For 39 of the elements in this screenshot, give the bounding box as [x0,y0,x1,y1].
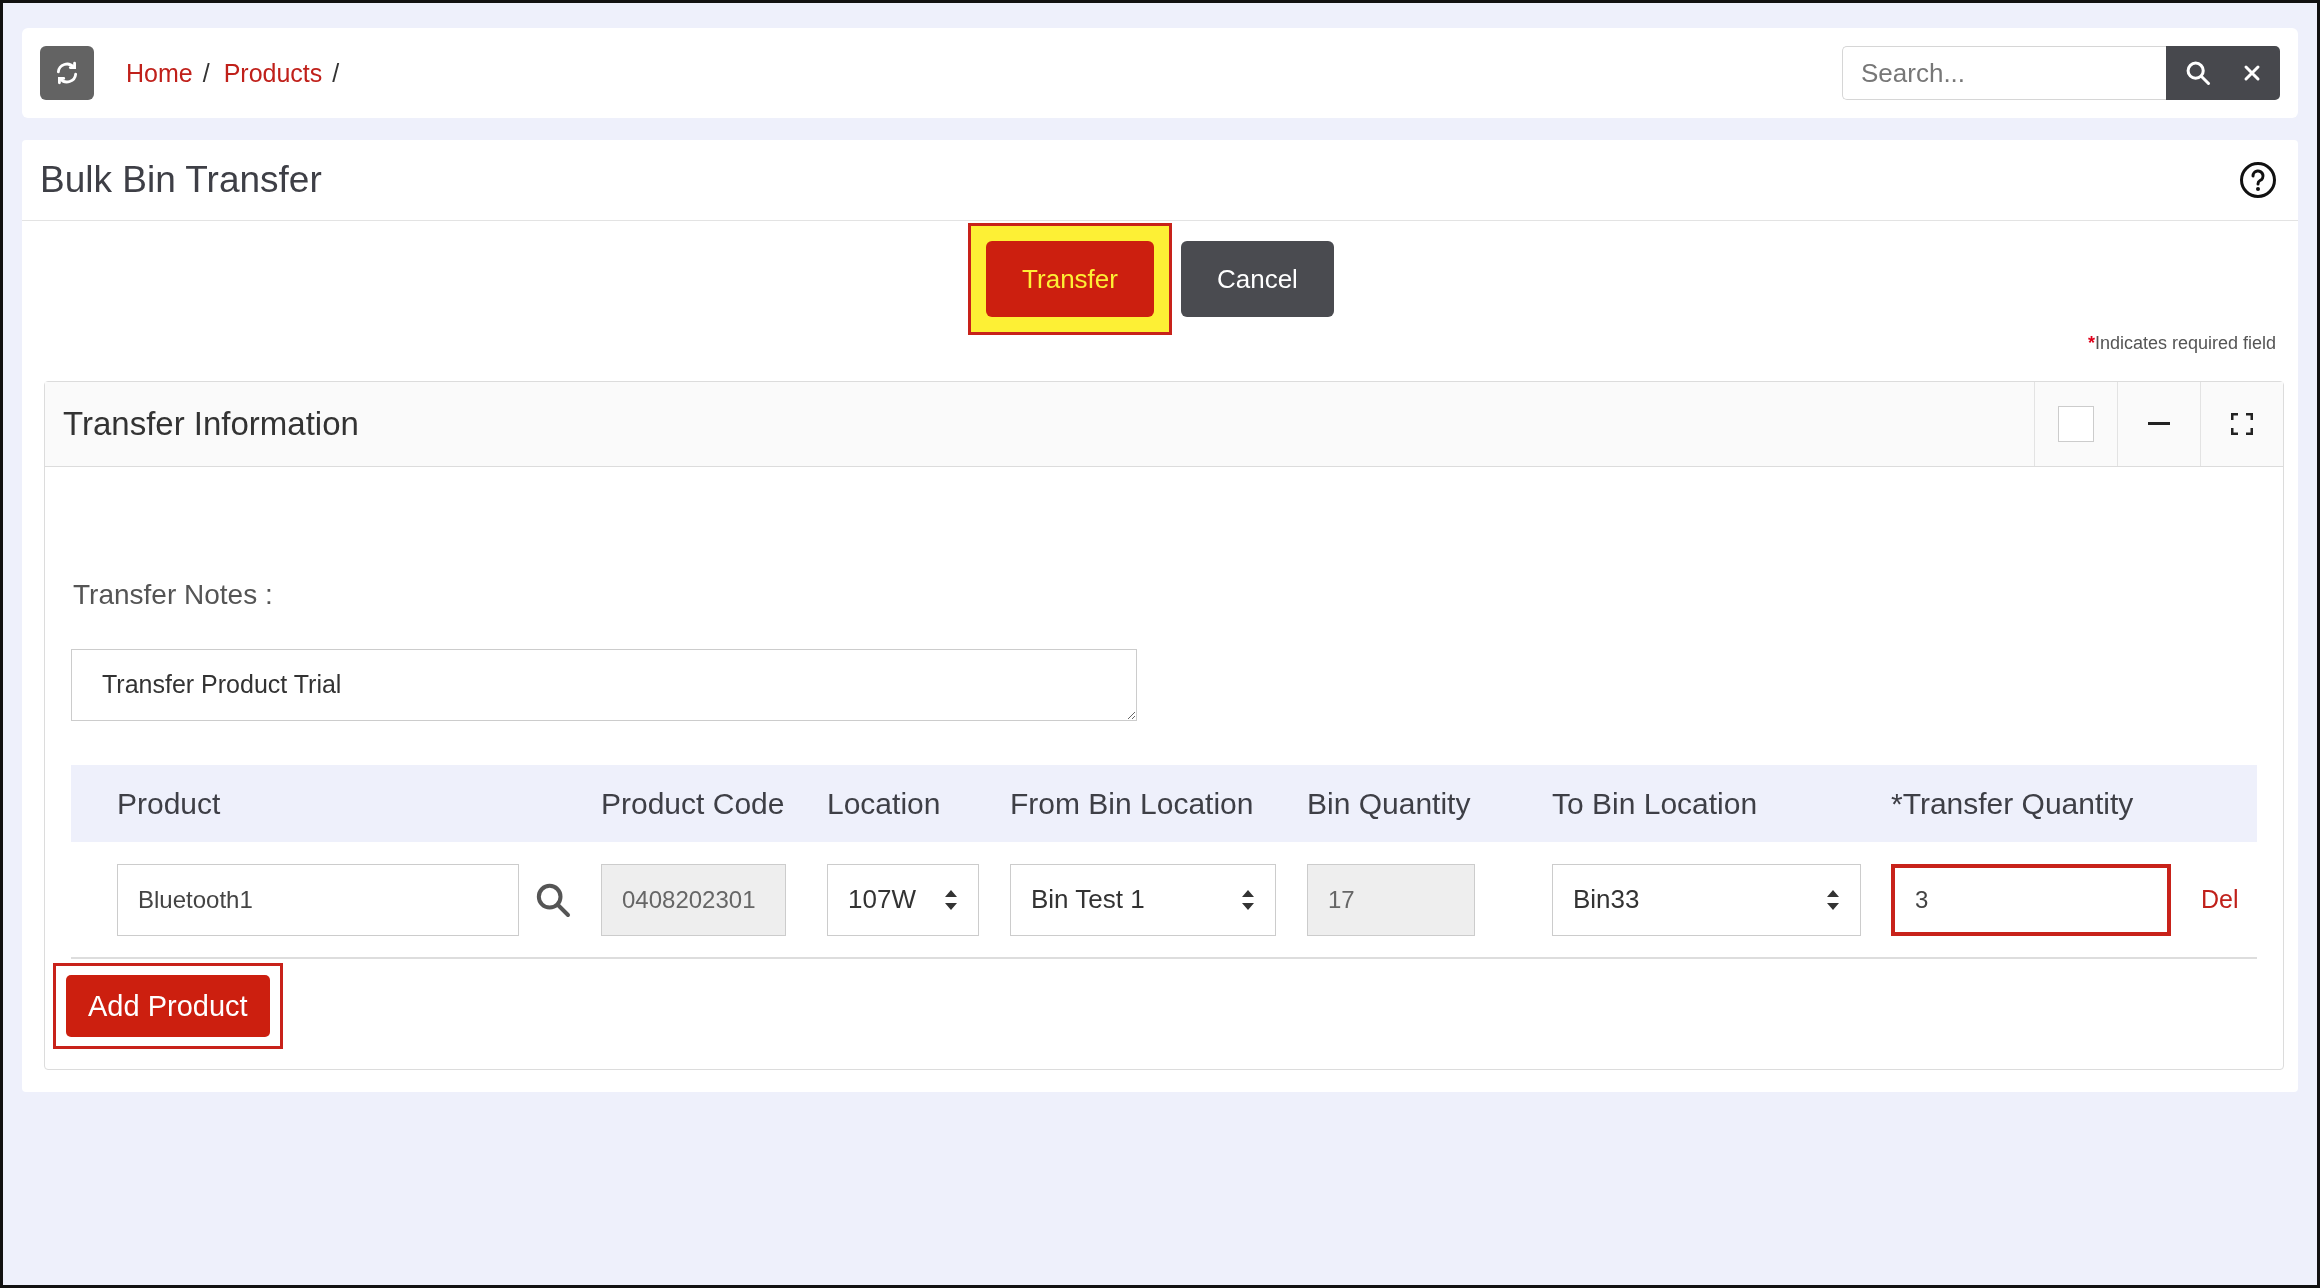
checkbox[interactable] [2058,406,2094,442]
required-field-note: *Indicates required field [2087,333,2276,354]
search-field[interactable]: Search... [1842,46,2166,100]
fullscreen-icon[interactable] [2231,413,2253,435]
column-header: From Bin Location [1010,786,1255,821]
transfer-notes-label: Transfer Notes : [73,579,274,611]
refresh-button[interactable] [40,46,94,100]
column-header: To Bin Location [1552,786,1759,821]
product-code-field[interactable]: 0408202301 [601,863,786,936]
minimize-icon[interactable] [2148,422,2170,426]
panel-title: Transfer Information [63,405,359,443]
to-bin-select[interactable]: Bin33 [1552,863,1861,936]
column-header: Product Code [601,786,786,821]
bin-quantity-field[interactable]: 17 [1307,863,1475,936]
breadcrumb-link[interactable]: Home [126,58,193,88]
column-header: Location [827,786,942,821]
refresh-icon [54,60,80,86]
page-title: Bulk Bin Transfer [40,159,322,201]
transfer-quantity-field[interactable]: 3 [1891,863,2171,936]
sort-icon [944,888,958,911]
column-header: Product [117,786,222,821]
search-icon[interactable] [2184,59,2212,87]
cancel-button[interactable]: Cancel [1180,241,1334,317]
help-icon[interactable] [2238,160,2278,200]
column-header: Bin Quantity [1307,786,1472,821]
from-bin-select[interactable]: Bin Test 1 [1010,863,1276,936]
transfer-notes-field[interactable]: Transfer Product Trial [71,649,1137,721]
column-header: *Transfer Quantity [1891,786,2135,821]
sort-icon [1826,888,1840,911]
breadcrumb-separator: / [202,58,210,88]
delete-link[interactable]: Del [2201,885,2239,914]
transfer-button[interactable]: Transfer [986,241,1154,317]
breadcrumb-separator: / [332,58,340,88]
sort-icon [1241,888,1255,911]
breadcrumb-link[interactable]: Products [223,58,323,88]
add-product-button[interactable]: Add Product [66,975,270,1037]
location-select[interactable]: 107W [827,863,979,936]
product-field[interactable]: Bluetooth1 [117,863,519,936]
close-icon[interactable] [2242,63,2262,83]
